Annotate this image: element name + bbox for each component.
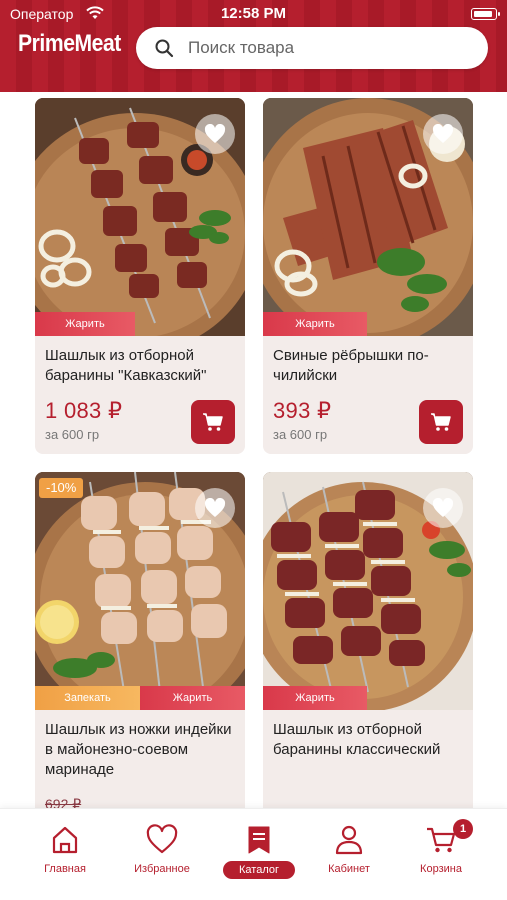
product-card[interactable]: Жарить Шашлык из отборной баранины класс… <box>263 472 473 808</box>
tag-bake: Запекать <box>35 686 140 710</box>
product-card[interactable]: -10% Запекать Жарить Шашлык из ножки инд… <box>35 472 245 808</box>
heart-outline-icon <box>432 498 454 517</box>
heart-outline-icon <box>432 124 454 143</box>
product-title[interactable]: Шашлык из ножки индейки в майонезно-соев… <box>45 720 239 780</box>
tag-strip: Жарить <box>263 312 473 336</box>
battery-icon <box>471 8 500 20</box>
add-to-cart-button[interactable] <box>419 400 463 444</box>
tag-grill: Жарить <box>35 312 135 336</box>
heart-outline-icon <box>204 498 226 517</box>
app-screen: Оператор 12:58 PM PrimeMeat Поиск товара… <box>0 0 507 900</box>
product-title[interactable]: Шашлык из отборной баранины "Кавказский" <box>45 346 239 386</box>
tab-label: Избранное <box>134 863 190 875</box>
product-price: 393 ₽ <box>273 398 332 423</box>
favorite-button[interactable] <box>423 488 463 528</box>
tab-catalog[interactable]: Каталог <box>211 809 307 900</box>
tab-label: Каталог <box>223 861 295 879</box>
tab-home[interactable]: Главная <box>17 809 113 900</box>
search-input[interactable] <box>188 27 468 69</box>
header: Оператор 12:58 PM PrimeMeat <box>0 0 507 92</box>
tab-account[interactable]: Кабинет <box>301 809 397 900</box>
tag-grill: Жарить <box>140 686 245 710</box>
tab-cart[interactable]: 1 Корзина <box>393 809 489 900</box>
tab-bar: Главная Избранное Каталог Кабинет 1 Корз… <box>0 808 507 900</box>
cart-icon <box>431 413 451 431</box>
tag-strip: Жарить <box>263 686 473 710</box>
add-to-cart-button[interactable] <box>191 400 235 444</box>
tab-label: Кабинет <box>328 863 370 875</box>
tag-grill: Жарить <box>263 312 367 336</box>
home-icon <box>52 826 78 854</box>
discount-badge: -10% <box>39 478 84 498</box>
product-image-classic-lamb-kebab[interactable]: Жарить <box>263 472 473 710</box>
favorite-button[interactable] <box>195 488 235 528</box>
clock: 12:58 PM <box>220 5 287 22</box>
heart-outline-icon <box>204 124 226 143</box>
product-weight: за 600 гр <box>45 427 100 442</box>
tag-grill: Жарить <box>263 686 367 710</box>
product-old-price: 692 ₽ <box>45 796 82 808</box>
cart-count-badge: 1 <box>453 819 473 839</box>
product-image-turkey-kebab[interactable]: -10% Запекать Жарить <box>35 472 245 710</box>
product-price: 1 083 ₽ <box>45 398 123 423</box>
product-title[interactable]: Шашлык из отборной баранины классический <box>273 720 467 760</box>
product-card[interactable]: Жарить Шашлык из отборной баранины "Кавк… <box>35 98 245 454</box>
search-icon <box>155 39 174 58</box>
status-bar: Оператор 12:58 PM <box>0 0 507 28</box>
favorite-button[interactable] <box>195 114 235 154</box>
tab-label: Корзина <box>420 863 462 875</box>
heart-icon <box>146 824 178 854</box>
catalog-icon <box>248 826 270 854</box>
profile-icon <box>335 825 363 855</box>
product-image-lamb-kebab[interactable]: Жарить <box>35 98 245 336</box>
tab-favorites[interactable]: Избранное <box>114 809 210 900</box>
cart-icon <box>203 413 223 431</box>
product-weight: за 600 гр <box>273 427 328 442</box>
product-image-pork-ribs[interactable]: Жарить <box>263 98 473 336</box>
search-bar[interactable] <box>136 27 488 69</box>
tag-strip: Запекать Жарить <box>35 686 245 710</box>
product-grid: Жарить Шашлык из отборной баранины "Кавк… <box>0 92 507 808</box>
tag-strip: Жарить <box>35 312 245 336</box>
favorite-button[interactable] <box>423 114 463 154</box>
logo: PrimeMeat <box>18 30 121 57</box>
tab-label: Главная <box>44 863 86 875</box>
product-card[interactable]: Жарить Свиные рёбрышки по-чилийски 393 ₽… <box>263 98 473 454</box>
product-title[interactable]: Свиные рёбрышки по-чилийски <box>273 346 467 386</box>
